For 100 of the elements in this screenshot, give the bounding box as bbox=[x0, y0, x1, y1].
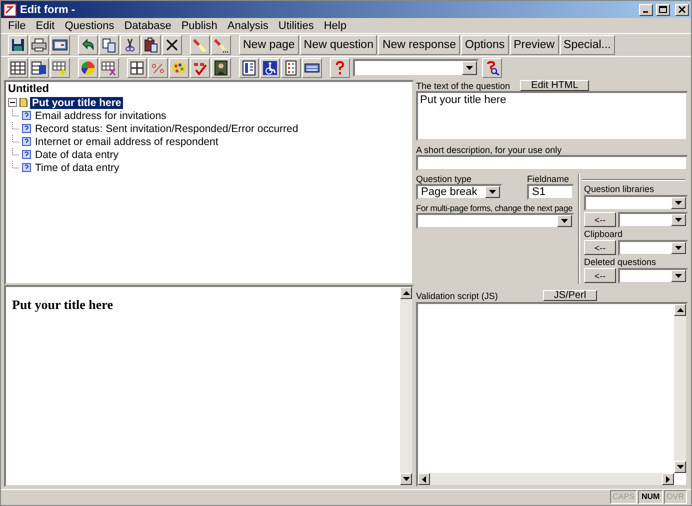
scroll-left-button[interactable] bbox=[418, 473, 430, 485]
scroll-down-button[interactable] bbox=[674, 461, 686, 473]
chart-button[interactable] bbox=[78, 58, 98, 78]
checklist-button[interactable] bbox=[281, 58, 301, 78]
menu-item[interactable]: Help bbox=[318, 20, 352, 32]
minimize-button[interactable] bbox=[639, 4, 653, 16]
percent-button[interactable] bbox=[148, 58, 168, 78]
toolbar-button[interactable]: New response bbox=[378, 35, 460, 55]
library-dropdown[interactable] bbox=[618, 268, 688, 284]
edit-html-button[interactable]: Edit HTML bbox=[520, 80, 590, 91]
paste-icon bbox=[143, 37, 159, 53]
find-button[interactable] bbox=[190, 35, 210, 55]
preview-button[interactable] bbox=[50, 35, 70, 55]
tree-item[interactable]: Date of data entry bbox=[33, 148, 120, 160]
toolbar-button[interactable]: Special... bbox=[560, 35, 615, 55]
scroll-right-button[interactable] bbox=[662, 473, 674, 485]
copy-button[interactable] bbox=[99, 35, 119, 55]
spellcheck-button[interactable] bbox=[190, 58, 210, 78]
scroll-up-button[interactable] bbox=[674, 304, 686, 316]
status-indicator: NUM bbox=[638, 490, 663, 504]
menu-item[interactable]: Publish bbox=[176, 20, 222, 32]
paste-button[interactable] bbox=[141, 35, 161, 55]
find-next-button[interactable] bbox=[211, 35, 231, 55]
insert-button[interactable]: <-- bbox=[584, 240, 616, 255]
layout-button[interactable] bbox=[127, 58, 147, 78]
help-search-button[interactable] bbox=[482, 58, 502, 78]
scroll-up-button[interactable] bbox=[400, 287, 412, 299]
validation-script-field[interactable] bbox=[416, 302, 688, 487]
menu-item[interactable]: Database bbox=[119, 20, 176, 32]
delete-button[interactable] bbox=[162, 35, 182, 55]
toolbar-button[interactable]: Preview bbox=[510, 35, 559, 55]
save-button[interactable] bbox=[8, 35, 28, 55]
keyboard-button[interactable] bbox=[302, 58, 322, 78]
question-text-field[interactable]: Put your title here bbox=[416, 91, 688, 141]
dropdown-arrow-icon bbox=[675, 274, 682, 278]
dropdown-arrow-icon bbox=[675, 201, 682, 205]
menu-item[interactable]: Questions bbox=[60, 20, 120, 32]
dropdown-arrow-icon bbox=[489, 190, 496, 194]
insert-button[interactable]: <-- bbox=[584, 212, 616, 227]
window-grid-icon bbox=[129, 60, 145, 76]
menu-item[interactable]: Analysis bbox=[222, 20, 274, 32]
vertical-scrollbar[interactable] bbox=[400, 287, 412, 485]
wheelchair-icon bbox=[262, 60, 278, 76]
tree-item[interactable]: Email address for invitations bbox=[33, 110, 168, 122]
scroll-down-button[interactable] bbox=[400, 473, 412, 485]
toolbar-button[interactable]: New question bbox=[300, 35, 378, 55]
tree-item[interactable]: Record status: Sent invitation/Responded/Error occurred bbox=[33, 122, 300, 134]
preview-heading: Put your title here bbox=[12, 297, 114, 313]
fieldname-field[interactable]: S1 bbox=[527, 184, 574, 200]
scroll-up-arrow-icon bbox=[402, 291, 410, 295]
collapse-icon[interactable] bbox=[8, 98, 17, 107]
menu-item[interactable]: Edit bbox=[30, 20, 60, 32]
table-list-button[interactable] bbox=[29, 58, 49, 78]
scroll-down-arrow-icon bbox=[402, 477, 410, 481]
scroll-left-arrow-icon bbox=[422, 476, 426, 482]
dropdown-arrow-icon bbox=[561, 219, 568, 223]
add-table-button[interactable] bbox=[50, 58, 70, 78]
description-field[interactable] bbox=[416, 155, 688, 171]
library-dropdown[interactable] bbox=[584, 195, 688, 211]
palette-button[interactable] bbox=[169, 58, 189, 78]
cut-button[interactable] bbox=[120, 35, 140, 55]
portrait-button[interactable] bbox=[211, 58, 231, 78]
toolbar-combobox[interactable] bbox=[353, 59, 479, 77]
tree-root[interactable]: Untitled bbox=[8, 83, 410, 96]
screen-icon bbox=[52, 37, 68, 53]
tree-item[interactable]: Put your title here bbox=[30, 96, 124, 108]
spellcheck-icon bbox=[192, 60, 208, 76]
library-dropdown[interactable] bbox=[618, 212, 688, 228]
tree-item[interactable]: Internet or email address of respondent bbox=[33, 136, 220, 148]
insert-button[interactable]: <-- bbox=[584, 268, 616, 283]
horizontal-scrollbar[interactable] bbox=[418, 473, 674, 485]
menu-item[interactable]: Utilities bbox=[273, 20, 319, 32]
undo-button[interactable] bbox=[78, 35, 98, 55]
table-button[interactable] bbox=[8, 58, 28, 78]
close-icon bbox=[678, 6, 686, 13]
menu-item[interactable]: File bbox=[3, 20, 31, 32]
status-indicator: OVR bbox=[664, 490, 687, 504]
toolbar-button[interactable]: New page bbox=[239, 35, 299, 55]
printer-icon bbox=[31, 37, 47, 53]
tree-item[interactable]: Time of data entry bbox=[33, 162, 122, 174]
dropdown-arrow-icon bbox=[466, 66, 473, 70]
app-icon bbox=[3, 2, 17, 16]
accessibility-button[interactable] bbox=[260, 58, 280, 78]
print-button[interactable] bbox=[29, 35, 49, 55]
dropdown-arrow-icon bbox=[675, 246, 682, 250]
toolbar-button[interactable]: Options bbox=[461, 35, 509, 55]
js-perl-button[interactable]: JS/Perl bbox=[542, 290, 598, 301]
status-indicator: CAPS bbox=[610, 490, 638, 504]
vertical-scrollbar[interactable] bbox=[674, 304, 686, 473]
library-dropdown[interactable] bbox=[618, 240, 688, 256]
columns-button[interactable] bbox=[239, 58, 259, 78]
question-icon bbox=[22, 137, 31, 146]
grid-icon bbox=[10, 60, 26, 76]
help-button[interactable] bbox=[330, 58, 350, 78]
next-page-dropdown[interactable] bbox=[416, 213, 574, 229]
question-type-dropdown[interactable]: Page break bbox=[416, 184, 502, 200]
close-button[interactable] bbox=[675, 4, 689, 16]
remove-table-button[interactable] bbox=[99, 58, 119, 78]
maximize-button[interactable] bbox=[656, 4, 670, 16]
undo-icon bbox=[80, 37, 96, 53]
